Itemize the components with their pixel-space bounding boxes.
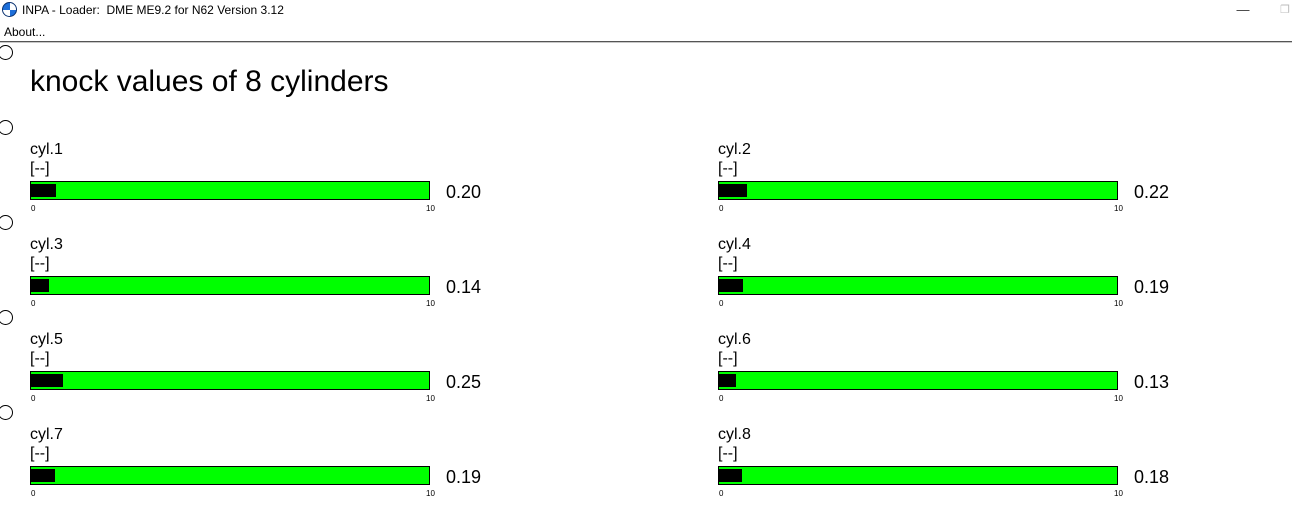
gauge-max-label: 10 xyxy=(426,489,435,498)
knock-gauge-cyl-3: cyl.3 [--] 0 10 0.14 xyxy=(30,236,500,316)
gauge-bar-fill xyxy=(31,279,49,292)
gauge-bar-fill xyxy=(719,184,747,197)
bmw-logo-icon[interactable] xyxy=(2,2,17,17)
gauge-bar xyxy=(718,181,1118,200)
gauge-unit: [--] xyxy=(718,255,738,272)
gauge-min-label: 0 xyxy=(31,394,36,403)
minimize-button[interactable]: — xyxy=(1220,0,1266,22)
window-title: INPA - Loader: DME ME9.2 for N62 Version… xyxy=(22,3,284,17)
gauge-value: 0.19 xyxy=(446,467,482,487)
gauge-label: cyl.3 xyxy=(30,236,63,253)
gauge-bar xyxy=(718,371,1118,390)
gauge-min-label: 0 xyxy=(31,489,36,498)
gauge-value: 0.25 xyxy=(446,372,482,392)
gauge-label: cyl.1 xyxy=(30,141,63,158)
gauge-bar xyxy=(718,276,1118,295)
gauge-max-label: 10 xyxy=(1114,204,1123,213)
gauge-bar xyxy=(30,371,430,390)
gauge-bar-fill xyxy=(31,469,55,482)
gauge-max-label: 10 xyxy=(426,204,435,213)
gauge-max-label: 10 xyxy=(426,299,435,308)
gauge-bar xyxy=(30,181,430,200)
knock-gauge-cyl-7: cyl.7 [--] 0 10 0.19 xyxy=(30,426,500,506)
gauge-max-label: 10 xyxy=(426,394,435,403)
gauge-label: cyl.8 xyxy=(718,426,751,443)
gauge-value: 0.13 xyxy=(1134,372,1170,392)
knock-gauge-cyl-8: cyl.8 [--] 0 10 0.18 xyxy=(718,426,1188,506)
gauge-bar xyxy=(30,276,430,295)
gauge-unit: [--] xyxy=(30,350,50,367)
gauge-label: cyl.5 xyxy=(30,331,63,348)
gauge-min-label: 0 xyxy=(31,204,36,213)
gauge-unit: [--] xyxy=(718,160,738,177)
knock-gauge-cyl-6: cyl.6 [--] 0 10 0.13 xyxy=(718,331,1188,411)
knock-gauge-cyl-5: cyl.5 [--] 0 10 0.25 xyxy=(30,331,500,411)
title-bar: INPA - Loader: DME ME9.2 for N62 Version… xyxy=(0,0,1292,22)
gauge-unit: [--] xyxy=(718,350,738,367)
gauge-value: 0.19 xyxy=(1134,277,1170,297)
gauge-bar xyxy=(30,466,430,485)
gauge-label: cyl.6 xyxy=(718,331,751,348)
gauge-bar xyxy=(718,466,1118,485)
gauge-bar-fill xyxy=(719,374,736,387)
gauge-min-label: 0 xyxy=(719,204,724,213)
gauge-unit: [--] xyxy=(30,255,50,272)
knock-gauge-cyl-4: cyl.4 [--] 0 10 0.19 xyxy=(718,236,1188,316)
gauge-bar-fill xyxy=(31,184,56,197)
row-marker-circle xyxy=(0,120,13,135)
gauge-unit: [--] xyxy=(30,160,50,177)
gauge-unit: [--] xyxy=(718,445,738,462)
row-marker-circle xyxy=(0,45,13,60)
menu-divider xyxy=(0,41,1292,43)
gauge-max-label: 10 xyxy=(1114,394,1123,403)
gauge-bar-fill xyxy=(719,279,743,292)
knock-gauge-cyl-1: cyl.1 [--] 0 10 0.20 xyxy=(30,141,500,221)
gauge-label: cyl.2 xyxy=(718,141,751,158)
gauge-value: 0.18 xyxy=(1134,467,1170,487)
gauge-min-label: 0 xyxy=(719,489,724,498)
gauge-min-label: 0 xyxy=(719,394,724,403)
gauge-bar-fill xyxy=(719,469,742,482)
gauge-unit: [--] xyxy=(30,445,50,462)
gauge-max-label: 10 xyxy=(1114,489,1123,498)
knock-gauge-cyl-2: cyl.2 [--] 0 10 0.22 xyxy=(718,141,1188,221)
gauge-value: 0.20 xyxy=(446,182,482,202)
page-title: knock values of 8 cylinders xyxy=(30,65,389,98)
gauge-label: cyl.4 xyxy=(718,236,751,253)
gauge-max-label: 10 xyxy=(1114,299,1123,308)
row-marker-circle xyxy=(0,310,13,325)
gauge-bar-fill xyxy=(31,374,63,387)
row-marker-circle xyxy=(0,405,13,420)
gauge-min-label: 0 xyxy=(719,299,724,308)
menu-bar: About... xyxy=(0,22,1292,41)
gauge-value: 0.22 xyxy=(1134,182,1170,202)
gauge-value: 0.14 xyxy=(446,277,482,297)
menu-about[interactable]: About... xyxy=(4,25,45,39)
row-marker-circle xyxy=(0,215,13,230)
restore-button[interactable]: ❐ xyxy=(1262,0,1292,22)
gauge-label: cyl.7 xyxy=(30,426,63,443)
gauge-min-label: 0 xyxy=(31,299,36,308)
